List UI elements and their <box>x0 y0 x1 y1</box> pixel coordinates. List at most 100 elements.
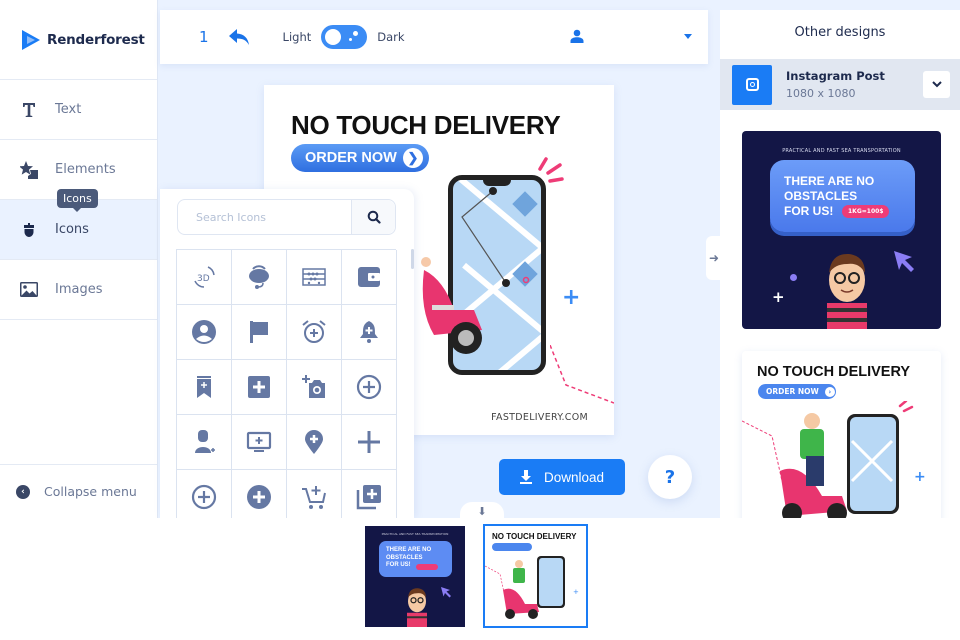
brand-name: Renderforest <box>47 31 145 48</box>
headset-icon <box>249 265 269 289</box>
add-circle-outline-icon <box>356 374 382 400</box>
delivery-illustration: + <box>485 556 579 619</box>
search-icon <box>367 210 381 224</box>
help-button[interactable]: ? <box>648 455 692 499</box>
sidebar-item-label: Icons <box>55 222 89 237</box>
cursor-arrow-icon <box>894 251 914 272</box>
icon-tile-bell-add[interactable] <box>342 305 397 360</box>
chevron-down-icon <box>931 81 942 88</box>
icon-grid: 3D <box>176 249 397 518</box>
undo-icon[interactable] <box>227 27 251 47</box>
3d-rotate-icon: 3D <box>194 266 215 288</box>
icon-tile-3d-rotate[interactable]: 3D <box>177 250 232 305</box>
plus-decoration-icon: + <box>562 285 581 310</box>
cursor-arrow-icon <box>441 587 451 598</box>
text-icon <box>20 101 38 119</box>
chevron-right-icon: › <box>824 386 835 397</box>
icon-tile-flag[interactable] <box>232 305 287 360</box>
mini-subtitle: PRACTICAL AND FAST SEA TRANSPORTATION <box>381 532 449 536</box>
thumb-speech-bubble: THERE ARE NO OBSTACLES FOR US! 1KG=100$ <box>770 160 915 232</box>
thumb-price-badge: 1KG=100$ <box>842 205 890 218</box>
logo[interactable]: Renderforest <box>0 0 157 80</box>
download-icon <box>519 470 532 484</box>
add-circle-icon <box>247 485 271 509</box>
abacus-icon <box>302 268 326 286</box>
thumb-headline: NO TOUCH DELIVERY <box>757 364 911 380</box>
plus-decoration-icon: + <box>772 288 785 306</box>
icons-tooltip: Icons <box>57 189 98 212</box>
bookmark-add-icon <box>197 376 211 398</box>
icon-tile-add-circle-outline-2[interactable] <box>177 470 232 518</box>
icon-search-button[interactable] <box>351 200 395 234</box>
chevron-right-icon: ❯ <box>403 148 423 168</box>
icon-search-box <box>177 199 396 235</box>
toggle-filmstrip-button[interactable]: ⬇ <box>460 502 504 520</box>
add-box-icon <box>248 376 270 398</box>
library-add-icon <box>356 485 381 510</box>
flag-icon <box>250 321 268 343</box>
image-icon <box>20 281 38 299</box>
bell-add-icon <box>360 321 378 343</box>
icon-grid-scrollbar[interactable] <box>411 249 414 269</box>
design-order-now-button[interactable]: ORDER NOW ❯ <box>291 144 429 172</box>
mini-price-badge <box>416 564 438 570</box>
character-illustration <box>407 588 427 627</box>
format-info: Instagram Post 1080 x 1080 <box>786 69 923 100</box>
alarm-add-icon <box>302 320 326 343</box>
icon-tile-add-shopping-cart[interactable] <box>287 470 342 518</box>
icon-tile-alarm-add[interactable] <box>287 305 342 360</box>
svg-text:+: + <box>573 588 579 596</box>
design-headline[interactable]: NO TOUCH DELIVERY <box>291 110 561 141</box>
mini-bubble: THERE ARE NO OBSTACLES FOR US! <box>379 541 452 577</box>
thumb-subtitle: PRACTICAL AND FAST SEA TRANSPORTATION <box>782 148 901 154</box>
collapse-menu-button[interactable]: ‹ Collapse menu <box>0 464 157 518</box>
icon-tile-abacus[interactable] <box>287 250 342 305</box>
user-icon[interactable] <box>570 29 584 43</box>
other-designs-title: Other designs <box>794 25 886 40</box>
theme-toggle[interactable] <box>321 25 368 49</box>
icon-tile-add-location[interactable] <box>287 415 342 470</box>
design-thumbnail-sea-transport[interactable]: PRACTICAL AND FAST SEA TRANSPORTATION TH… <box>742 131 941 329</box>
icon-search-input[interactable] <box>178 200 351 234</box>
sidebar-item-text[interactable]: Text <box>0 80 157 140</box>
icon-tile-add-a-photo[interactable] <box>287 360 342 415</box>
sidebar-item-label: Text <box>55 102 82 117</box>
page-thumbnail-1[interactable]: PRACTICAL AND FAST SEA TRANSPORTATION TH… <box>365 526 465 627</box>
chevron-left-icon: ‹ <box>16 484 30 499</box>
pages-filmstrip <box>0 518 960 640</box>
add-circle-outline-2-icon <box>191 484 217 510</box>
account-circle-icon <box>192 320 216 344</box>
format-selector[interactable]: Instagram Post 1080 x 1080 <box>720 59 960 110</box>
icon-tile-add-circle-outline[interactable] <box>342 360 397 415</box>
format-dropdown-button[interactable] <box>923 71 950 98</box>
character-illustration <box>827 253 867 329</box>
dot-decoration <box>790 274 797 281</box>
account-dropdown-caret-icon[interactable] <box>684 34 692 39</box>
page-thumbnail-2-selected[interactable]: NO TOUCH DELIVERY + <box>483 524 588 628</box>
icon-tile-headset[interactable] <box>232 250 287 305</box>
renderforest-logo-icon <box>22 29 40 50</box>
mini-cta <box>492 543 532 551</box>
design-website[interactable]: FASTDELIVERY.COM <box>491 412 588 423</box>
icon-tile-plus[interactable] <box>342 415 397 470</box>
icon-tile-bookmark-add[interactable] <box>177 360 232 415</box>
theme-light-label: Light <box>282 30 312 44</box>
sidebar-item-images[interactable]: Images <box>0 260 157 320</box>
icon-tile-add-circle[interactable] <box>232 470 287 518</box>
icon-tile-account-circle[interactable] <box>177 305 232 360</box>
format-name: Instagram Post <box>786 69 885 83</box>
download-label: Download <box>543 469 605 485</box>
icon-tile-wallet[interactable] <box>342 250 397 305</box>
icon-tile-add-box[interactable] <box>232 360 287 415</box>
svg-text:3D: 3D <box>197 274 210 284</box>
download-button[interactable]: Download <box>499 459 625 495</box>
mini-headline: NO TOUCH DELIVERY <box>492 532 577 541</box>
icon-tile-add-to-queue[interactable] <box>232 415 287 470</box>
sidebar-item-icons[interactable]: Icons Icons <box>0 189 157 260</box>
thumb-cta: ORDER NOW › <box>758 384 836 399</box>
editor-app: Renderforest Text Elements Icons Icons I… <box>0 0 960 640</box>
icon-tile-library-add[interactable] <box>342 470 397 518</box>
design-thumbnail-no-touch-delivery[interactable]: NO TOUCH DELIVERY ORDER NOW › + <box>742 351 941 518</box>
theme-dark-label: Dark <box>377 30 405 44</box>
icon-tile-person-add[interactable] <box>177 415 232 470</box>
